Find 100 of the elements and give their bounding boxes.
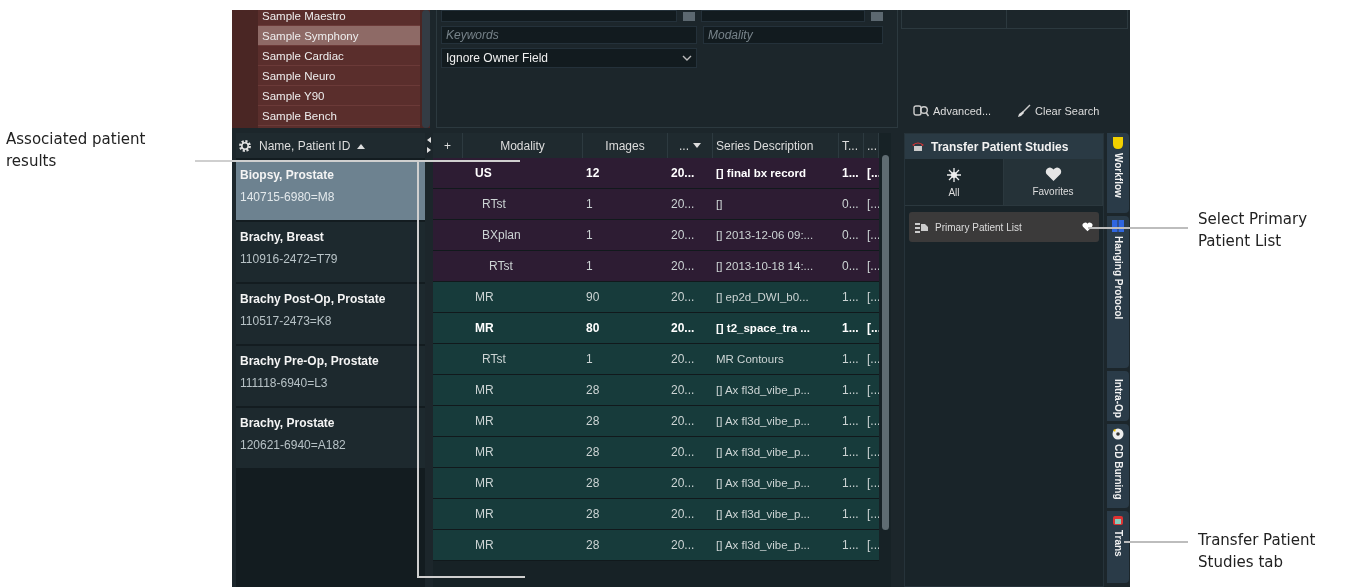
list-item[interactable]: Sample Y90 — [258, 86, 420, 106]
chevron-icon[interactable] — [682, 54, 692, 62]
table-cell-text: [] Ax fl3d_vibe_p... — [715, 508, 811, 520]
table-cell-text: [... — [866, 197, 879, 211]
table-cell-text: 20... — [670, 507, 696, 521]
table-cell-text: 0... — [841, 259, 860, 273]
table-row[interactable]: RTst 1 20... MR Contours 1... [... — [433, 344, 879, 375]
table-cell-text: MR — [474, 383, 495, 397]
table-cell-text: [] Ax fl3d_vibe_p... — [715, 539, 811, 551]
caret-icon[interactable] — [693, 143, 701, 148]
star-icon — [946, 166, 962, 183]
side-tab[interactable]: Workflow — [1107, 133, 1129, 213]
table-row[interactable]: MR 28 20... [] Ax fl3d_vibe_p... 1... [... — [433, 468, 879, 499]
list-item[interactable]: Sample Bench — [258, 106, 420, 126]
table-cell-text: 20... — [670, 538, 696, 552]
leader-line — [1123, 541, 1189, 543]
table-cell-text: RTst — [481, 352, 507, 366]
table-cell-text: 1... — [841, 507, 860, 521]
table-cell-text: MR — [474, 414, 495, 428]
patient-row[interactable]: Brachy, Breast 110916-2472=T79 — [236, 222, 425, 284]
side-tab[interactable]: Trans — [1107, 511, 1129, 583]
list-item[interactable]: Sample Neuro — [258, 66, 420, 86]
table-cell-text: [... — [866, 507, 879, 521]
side-tab[interactable]: CD Burning — [1107, 424, 1129, 508]
advanced-button[interactable]: Advanced... — [911, 102, 994, 120]
table-cell-text: 20... — [670, 476, 696, 490]
patient-id: 120621-6940=A182 — [240, 438, 347, 452]
side-tab[interactable]: Hanging Protocol — [1107, 216, 1129, 368]
table-cell-text: 20... — [670, 414, 696, 428]
table-cell-text: [... — [866, 538, 879, 552]
table-cell-text: 20... — [670, 166, 696, 180]
table-cell-text: 28 — [585, 476, 601, 490]
table-cell-text: 1... — [841, 414, 860, 428]
table-cell-text: 28 — [585, 538, 601, 552]
table-cell-text: 1... — [841, 321, 860, 335]
table-row[interactable]: MR 28 20... [] Ax fl3d_vibe_p... 1... [... — [433, 499, 879, 530]
table-cell-text: [... — [866, 476, 879, 490]
arrows-icon[interactable] — [426, 135, 432, 155]
table-cell-text: 12 — [585, 166, 601, 180]
table-cell-text: US — [474, 166, 493, 180]
patient-row[interactable]: Biopsy, Prostate 140715-6980=M8 — [236, 160, 425, 222]
table-cell-text: [] t2_space_tra ... — [715, 322, 811, 334]
table-cell-text: 20... — [670, 290, 696, 304]
table-row[interactable]: MR 28 20... [] Ax fl3d_vibe_p... 1... [... — [433, 437, 879, 468]
caret-icon[interactable] — [357, 142, 366, 149]
scrollbar[interactable] — [422, 10, 430, 128]
owner-dropdown[interactable]: Ignore Owner Field — [441, 48, 697, 68]
table-cell-text: [] ep2d_DWI_b0... — [715, 291, 810, 303]
heart-icon[interactable] — [1082, 222, 1093, 232]
list-item[interactable]: Sample Symphony — [258, 26, 420, 46]
table-cell-text: MR — [474, 445, 495, 459]
column-header[interactable]: Name, Patient ID — [236, 133, 425, 158]
calendar-icon[interactable] — [683, 11, 695, 21]
table-cell-text: [] final bx record — [715, 167, 808, 179]
end-date-field[interactable] — [701, 10, 865, 22]
start-date-field[interactable] — [441, 10, 677, 22]
table-row[interactable]: MR 90 20... [] ep2d_DWI_b0... 1... [... — [433, 282, 879, 313]
table-cell-text: [... — [866, 414, 879, 428]
table-cell-text: [] Ax fl3d_vibe_p... — [715, 384, 811, 396]
keywords-field[interactable]: Keywords — [441, 26, 697, 44]
table-cell-text: [... — [866, 445, 879, 459]
list-item[interactable]: Sample Cardiac — [258, 46, 420, 66]
table-row[interactable]: RTst 1 20... [] 2013-10-18 14:... 0... [... — [433, 251, 879, 282]
scrollbar[interactable] — [879, 133, 891, 587]
patient-name: Brachy, Prostate — [240, 416, 336, 430]
table-row[interactable]: MR 28 20... [] Ax fl3d_vibe_p... 1... [... — [433, 530, 879, 561]
table-cell-text: MR — [474, 476, 495, 490]
patient-row[interactable]: Brachy Pre-Op, Prostate 111118-6940=L3 — [236, 346, 425, 408]
list-icon — [915, 221, 929, 233]
table-row[interactable]: MR 28 20... [] Ax fl3d_vibe_p... 1... [... — [433, 375, 879, 406]
table-cell-text: RTst — [488, 259, 514, 273]
modality-field[interactable]: Modality — [703, 26, 883, 44]
table-cell-text: 1 — [585, 197, 594, 211]
table-cell-text: 20... — [670, 445, 696, 459]
patient-row[interactable]: Brachy Post-Op, Prostate 110517-2473=K8 — [236, 284, 425, 346]
table-cell-text: [] Ax fl3d_vibe_p... — [715, 477, 811, 489]
list-item[interactable]: Primary Patient List — [909, 212, 1099, 242]
patient-row[interactable]: Brachy, Prostate 120621-6940=A182 — [236, 408, 425, 470]
table-cell-text: 0... — [841, 228, 860, 242]
table-row[interactable]: RTst 1 20... [] 0... [... — [433, 189, 879, 220]
table-cell-text: 1... — [841, 538, 860, 552]
favorites-tab[interactable]: Favorites — [1004, 159, 1103, 205]
table-cell-text: 1 — [585, 352, 594, 366]
transfer-icon — [1112, 515, 1124, 526]
table-cell-text: [] 2013-12-06 09:... — [715, 229, 815, 241]
settings-icon[interactable] — [238, 138, 252, 153]
calendar-icon[interactable] — [871, 11, 883, 21]
clear-search-button[interactable]: Clear Search — [1015, 102, 1102, 120]
grid-icon — [1112, 220, 1124, 232]
disc-icon — [1112, 428, 1124, 440]
table-row[interactable]: MR 28 20... [] Ax fl3d_vibe_p... 1... [... — [433, 406, 879, 437]
table-cell-text: 28 — [585, 507, 601, 521]
table-cell-text: MR — [474, 507, 495, 521]
table-cell-text: 1... — [841, 290, 860, 304]
table-cell-text: 1... — [841, 166, 860, 180]
side-tab[interactable]: Intra-Op — [1107, 371, 1129, 421]
table-cell-text: [] — [715, 198, 724, 210]
table-cell-text: [... — [866, 259, 879, 273]
table-cell-text: 20... — [670, 383, 696, 397]
table-row[interactable]: BXplan 1 20... [] 2013-12-06 09:... 0... [... — [433, 220, 879, 251]
